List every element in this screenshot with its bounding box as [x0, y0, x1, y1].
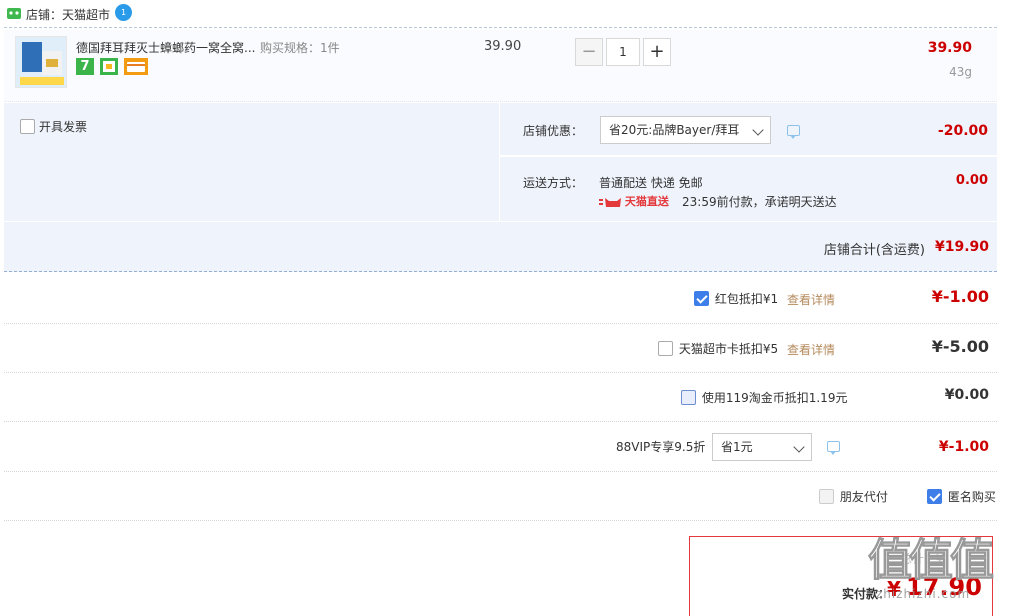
- increase-quantity-button[interactable]: +: [643, 38, 671, 66]
- tmallcard-amount: ¥-5.00: [931, 337, 989, 356]
- shipping-label: 运送方式：: [523, 176, 584, 190]
- coupon-label: 店铺优惠：: [523, 124, 584, 138]
- redpacket-checkbox[interactable]: [694, 291, 709, 306]
- redpacket-amount: ¥-1.00: [931, 287, 989, 306]
- item-subtotal: 39.90: [927, 40, 972, 56]
- vip-amount: ¥-1.00: [938, 439, 989, 455]
- shop-total-amount: ¥19.90: [934, 239, 989, 255]
- invoice-checkbox[interactable]: [20, 119, 35, 134]
- coupon-select[interactable]: 省20元:品牌Bayer/拜耳: [600, 116, 771, 144]
- tmall-direct-label: 天猫直送: [624, 195, 669, 208]
- chevron-down-icon: [752, 124, 764, 136]
- shipping-amount: 0.00: [955, 173, 988, 188]
- taojinbi-amount: ¥0.00: [944, 387, 989, 403]
- redpacket-row[interactable]: 红包抵扣¥1: [694, 290, 778, 307]
- options-horizontal-divider: [500, 155, 997, 157]
- anonymous-checkbox[interactable]: [927, 489, 942, 504]
- shop-name[interactable]: 店铺：天猫超市: [26, 6, 110, 23]
- quantity-input[interactable]: 1: [606, 38, 640, 66]
- seven-day-return-icon: 7: [76, 58, 94, 75]
- tmallcard-row[interactable]: 天猫超市卡抵扣¥5: [658, 340, 778, 357]
- shipping-note: 23:59前付款，承诺明天送达: [682, 195, 837, 209]
- shop-header: 店铺：天猫超市 1: [0, 0, 1013, 28]
- coupon-selected-value: 省20元:品牌Bayer/拜耳: [609, 123, 740, 137]
- divider: [4, 372, 997, 373]
- product-spec: 购买规格：1件: [260, 41, 340, 55]
- tmall-cat-icon: [599, 197, 621, 207]
- friend-pay-row[interactable]: 朋友代付: [819, 488, 888, 505]
- coupon-amount: -20.00: [937, 123, 988, 139]
- tmall-direct-badge: 天猫直送: [599, 193, 669, 209]
- shop-options-panel: 开具发票 店铺优惠： 省20元:品牌Bayer/拜耳 -20.00 运送方式： …: [4, 103, 997, 221]
- vip-discount-select[interactable]: 省1元: [712, 433, 812, 461]
- tmall-shop-icon: [7, 8, 21, 19]
- guarantee-icon: [99, 58, 118, 75]
- vip-selected-value: 省1元: [721, 440, 753, 454]
- unit-price: 39.90: [484, 39, 522, 54]
- invoice-checkbox-row[interactable]: 开具发票: [20, 118, 87, 135]
- friend-pay-label: 朋友代付: [839, 490, 888, 504]
- taojinbi-label: 使用119淘金币抵扣1.19元: [701, 391, 848, 405]
- chevron-down-icon: [793, 441, 805, 453]
- item-weight: 43g: [949, 65, 972, 79]
- currency-symbol: ¥: [887, 577, 901, 601]
- invoice-label: 开具发票: [39, 120, 88, 134]
- divider: [4, 520, 997, 521]
- product-title[interactable]: 德国拜耳拜灭士蟑螂药一窝全窝...: [76, 39, 256, 56]
- taojinbi-row[interactable]: 使用119淘金币抵扣1.19元: [681, 389, 847, 406]
- product-image-icon: [16, 37, 66, 87]
- shop-total-bar: 店铺合计(含运费) ¥19.90: [4, 222, 997, 272]
- vip-message-icon[interactable]: [827, 441, 840, 455]
- payment-summary-box: 总计：¥ 实付款： ¥ 17.90: [689, 536, 993, 616]
- wangwang-chat-icon[interactable]: 1: [115, 4, 132, 21]
- taojinbi-checkbox[interactable]: [681, 390, 696, 405]
- actual-pay-amount: 17.90: [906, 573, 982, 601]
- shipping-method: 普通配送 快递 免邮: [599, 176, 703, 190]
- tmallcard-detail-link[interactable]: 查看详情: [787, 341, 835, 358]
- cart-item-row: 德国拜耳拜灭士蟑螂药一窝全窝... 购买规格：1件 7 39.90 − 1 + …: [4, 30, 997, 102]
- product-thumbnail[interactable]: [15, 36, 67, 88]
- anonymous-label: 匿名购买: [947, 490, 996, 504]
- divider: [4, 323, 997, 324]
- shop-total-label: 店铺合计(含运费): [823, 243, 925, 258]
- redpacket-detail-link[interactable]: 查看详情: [787, 291, 835, 308]
- redpacket-label: 红包抵扣¥1: [714, 292, 779, 306]
- divider: [4, 27, 997, 28]
- anonymous-row[interactable]: 匿名购买: [927, 488, 996, 505]
- coupon-message-icon[interactable]: [787, 125, 800, 139]
- actual-pay-label: 实付款：: [842, 587, 891, 601]
- divider: [4, 421, 997, 422]
- credit-card-icon: [123, 58, 148, 75]
- decrease-quantity-button[interactable]: −: [575, 38, 603, 66]
- options-vertical-divider: [499, 103, 500, 221]
- total-faint-label: 总计：¥: [900, 552, 944, 566]
- quantity-stepper: − 1 +: [575, 38, 675, 66]
- tmallcard-label: 天猫超市卡抵扣¥5: [678, 342, 779, 356]
- vip-label: 88VIP专享9.5折: [616, 440, 706, 454]
- tmallcard-checkbox[interactable]: [658, 341, 673, 356]
- service-badges: 7: [76, 58, 150, 75]
- divider: [4, 471, 997, 472]
- friend-pay-checkbox[interactable]: [819, 489, 834, 504]
